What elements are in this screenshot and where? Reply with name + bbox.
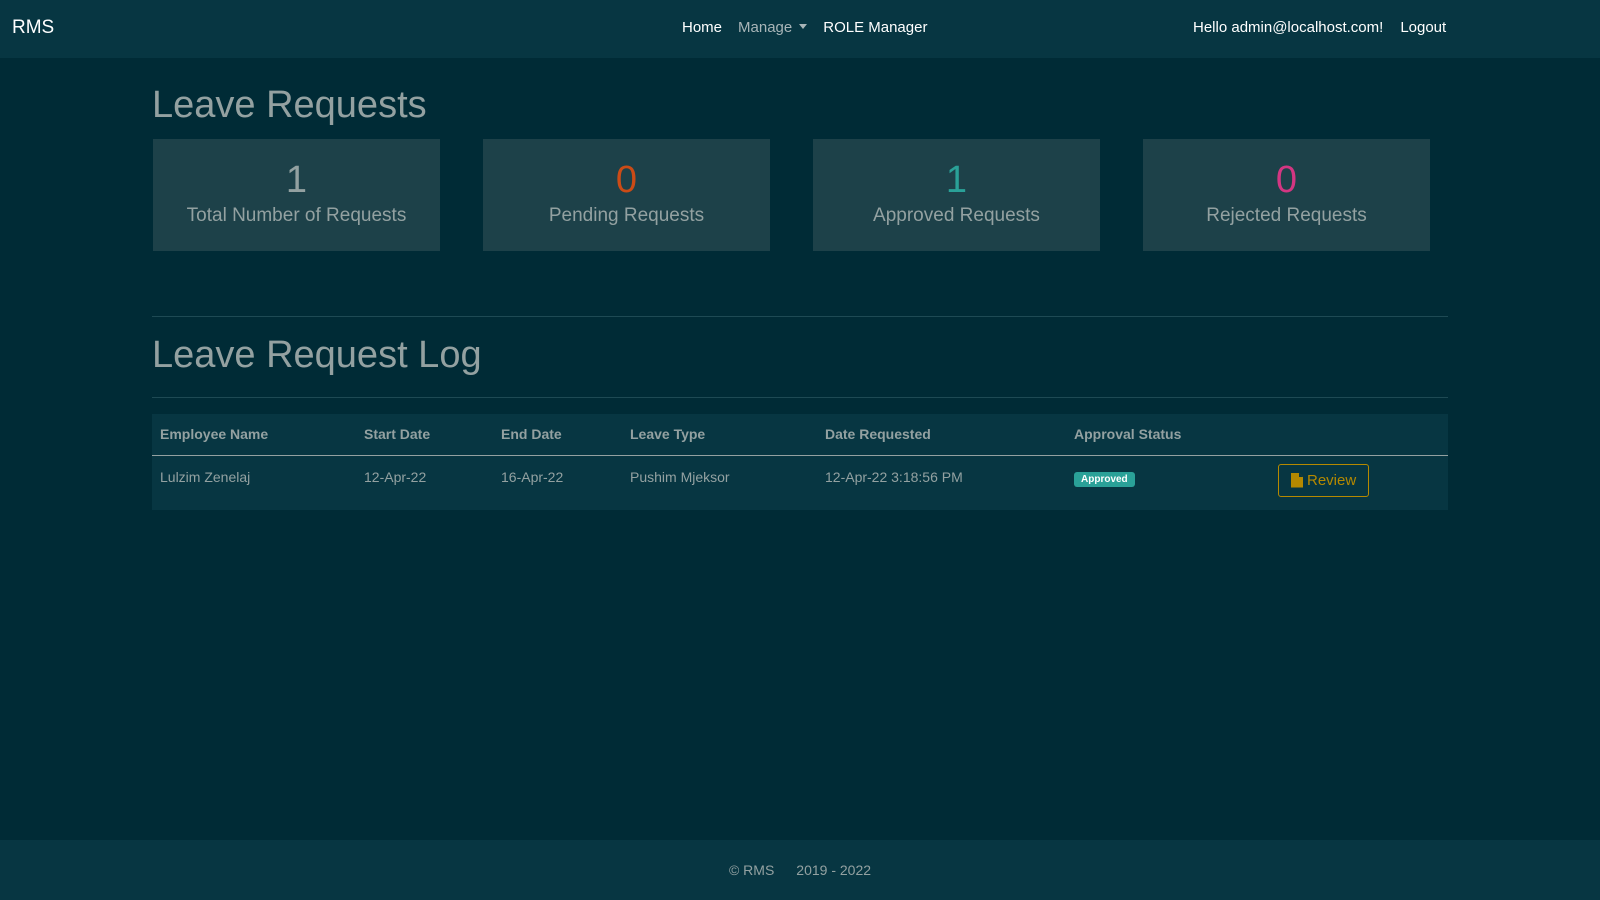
footer-copyright: © RMS: [728, 862, 775, 878]
cell-actions: Review: [1270, 455, 1448, 510]
page-title: Leave Requests: [152, 84, 427, 126]
table-row: Lulzim Zenelaj 12-Apr-22 16-Apr-22 Pushi…: [152, 455, 1448, 510]
stat-value-approved: 1: [945, 159, 968, 201]
nav-role-manager-link[interactable]: ROLE Manager: [823, 19, 927, 36]
cell-employee-name: Lulzim Zenelaj: [152, 455, 356, 510]
column-header: Start Date: [356, 414, 493, 456]
main-nav: Home Manage ROLE Manager: [682, 19, 943, 36]
log-title: Leave Request Log: [152, 334, 482, 376]
column-header: [1270, 414, 1448, 456]
section-divider: [152, 316, 1448, 317]
nav-manage-dropdown[interactable]: Manage: [738, 19, 808, 36]
brand-link[interactable]: RMS: [12, 17, 54, 39]
leave-request-table: Employee Name Start Date End Date Leave …: [152, 414, 1448, 510]
column-header: Approval Status: [1066, 414, 1270, 456]
page-footer: © RMS 2019 - 2022: [0, 840, 1600, 900]
footer-years: 2019 - 2022: [796, 862, 872, 878]
stat-label-rejected: Rejected Requests: [1206, 205, 1367, 226]
stat-value-total: 1: [285, 159, 308, 201]
table-header-row: Employee Name Start Date End Date Leave …: [152, 414, 1448, 456]
review-button[interactable]: Review: [1278, 463, 1370, 497]
stat-card-pending: 0 Pending Requests: [483, 139, 770, 251]
stat-card-approved: 1 Approved Requests: [813, 139, 1100, 251]
stat-label-approved: Approved Requests: [873, 205, 1040, 226]
file-icon: [1291, 472, 1303, 488]
review-button-label: Review: [1307, 471, 1357, 489]
column-header: End Date: [493, 414, 622, 456]
caret-down-icon: [799, 23, 808, 29]
cell-date-requested: 12-Apr-22 3:18:56 PM: [817, 455, 1066, 510]
nav-home-link[interactable]: Home: [682, 19, 722, 36]
cell-start-date: 12-Apr-22: [356, 455, 493, 510]
column-header: Date Requested: [817, 414, 1066, 456]
stat-label-pending: Pending Requests: [548, 205, 705, 226]
cell-approval-status: Approved: [1066, 455, 1270, 510]
cell-end-date: 16-Apr-22: [493, 455, 622, 510]
stat-card-rejected: 0 Rejected Requests: [1143, 139, 1430, 251]
stat-value-pending: 0: [615, 159, 638, 201]
user-greeting-link[interactable]: Hello admin@localhost.com!: [1193, 19, 1383, 36]
cell-leave-type: Pushim Mjeksor: [622, 455, 817, 510]
column-header: Employee Name: [152, 414, 356, 456]
column-header: Leave Type: [622, 414, 817, 456]
top-navbar: RMS Home Manage ROLE Manager Hello admin…: [0, 0, 1600, 58]
stat-value-rejected: 0: [1275, 159, 1298, 201]
section-divider: [152, 397, 1448, 398]
stat-label-total: Total Number of Requests: [186, 205, 407, 226]
status-badge: Approved: [1074, 471, 1135, 487]
stat-card-total: 1 Total Number of Requests: [153, 139, 440, 251]
logout-button[interactable]: Logout: [1400, 19, 1446, 36]
nav-manage-label: Manage: [738, 19, 793, 36]
user-nav: Hello admin@localhost.com! Logout: [1193, 19, 1446, 36]
